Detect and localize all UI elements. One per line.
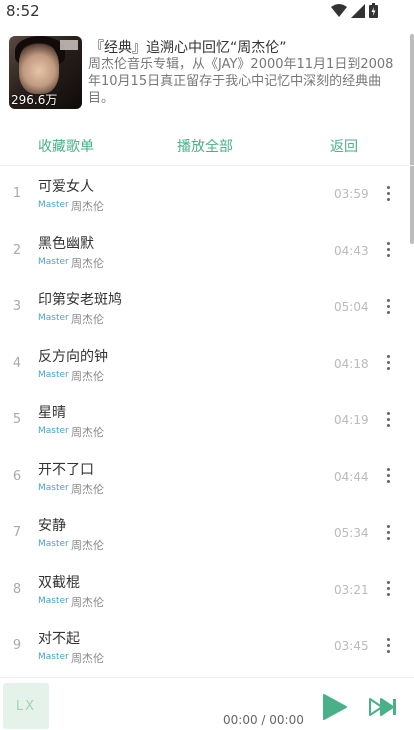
song-duration: 03:59	[334, 187, 369, 201]
song-row[interactable]: 7 安静 Master 周杰伦 05:34	[0, 505, 406, 561]
song-index: 8	[12, 581, 22, 597]
playlist-cover[interactable]: 296.6万	[9, 36, 82, 109]
player-time: 00:00 / 00:00	[223, 713, 304, 727]
song-row[interactable]: 4 反方向的钟 Master 周杰伦 04:18	[0, 336, 406, 392]
song-quality-badge: Master	[38, 595, 69, 606]
song-artist: 周杰伦	[71, 539, 104, 552]
song-name: 双截棍	[38, 574, 80, 591]
song-duration: 03:45	[334, 639, 369, 653]
song-artist: 周杰伦	[71, 595, 104, 609]
song-list[interactable]: 1 可爱女人 Master 周杰伦 03:59 2 黑色幽默 Master 周杰…	[0, 166, 414, 674]
song-duration: 05:34	[334, 526, 369, 540]
song-row[interactable]: 9 对不起 Master 周杰伦 03:45	[0, 618, 406, 674]
song-artist: 周杰伦	[71, 482, 104, 496]
song-duration: 05:04	[334, 300, 369, 314]
song-artist: 周杰伦	[71, 426, 104, 439]
song-quality-badge: Master	[38, 313, 69, 323]
song-quality-badge: Master	[38, 256, 69, 267]
song-name: 安静	[38, 518, 66, 534]
song-duration: 04:43	[334, 243, 369, 258]
cover-face	[19, 42, 59, 94]
more-vertical-icon[interactable]	[380, 408, 396, 430]
status-bar: 8:52	[0, 0, 414, 24]
play-icon[interactable]	[322, 694, 348, 720]
more-vertical-icon[interactable]	[380, 521, 396, 543]
playlist-title: 『经典』追溯心中回忆“周杰伦”	[90, 40, 287, 56]
song-artist: 周杰伦	[71, 652, 104, 665]
more-vertical-icon[interactable]	[380, 182, 396, 204]
song-duration: 04:18	[334, 356, 369, 371]
song-name: 反方向的钟	[38, 348, 108, 365]
wifi-icon	[331, 3, 347, 17]
song-quality-badge: Master	[38, 369, 69, 380]
song-name: 对不起	[38, 631, 80, 647]
song-row[interactable]: 3 印第安老斑鸠 Master 周杰伦 05:04	[0, 279, 406, 335]
play-all-button[interactable]: 播放全部	[177, 136, 233, 156]
song-index: 3	[12, 299, 22, 314]
song-duration: 04:44	[334, 469, 369, 484]
playlist-actions: 收藏歌单 播放全部 返回	[0, 128, 414, 162]
cover-tag	[60, 40, 78, 50]
player-bar: LX 00:00 / 00:00	[0, 677, 414, 730]
song-name: 印第安老斑鸠	[38, 292, 122, 308]
more-vertical-icon[interactable]	[380, 634, 396, 656]
song-index: 2	[12, 242, 22, 258]
status-time: 8:52	[6, 2, 40, 20]
song-duration: 03:21	[334, 582, 369, 597]
song-index: 6	[12, 468, 22, 484]
more-vertical-icon[interactable]	[380, 239, 396, 261]
song-name: 可爱女人	[38, 179, 94, 195]
song-quality-badge: Master	[38, 426, 69, 436]
song-index: 9	[12, 638, 22, 653]
signal-icon	[351, 3, 365, 18]
status-icons	[331, 3, 378, 18]
player-album-art[interactable]: LX	[3, 683, 49, 729]
song-row[interactable]: 5 星晴 Master 周杰伦 04:19	[0, 392, 406, 448]
song-index: 5	[12, 412, 22, 427]
song-index: 7	[12, 525, 22, 540]
song-row[interactable]: 1 可爱女人 Master 周杰伦 03:59	[0, 166, 406, 222]
more-vertical-icon[interactable]	[380, 352, 396, 374]
battery-icon	[369, 3, 378, 18]
song-artist: 周杰伦	[71, 313, 104, 326]
song-duration: 04:19	[334, 413, 369, 427]
song-artist: 周杰伦	[71, 200, 104, 213]
song-name: 开不了口	[38, 461, 94, 478]
song-row[interactable]: 2 黑色幽默 Master 周杰伦 04:43	[0, 223, 406, 279]
song-name: 黑色幽默	[38, 235, 94, 252]
song-quality-badge: Master	[38, 539, 69, 549]
playlist-header: 296.6万 『经典』追溯心中回忆“周杰伦” 周杰伦音乐专辑，从《JAY》200…	[0, 30, 414, 118]
song-index: 4	[12, 355, 22, 371]
song-artist: 周杰伦	[71, 369, 104, 383]
song-index: 1	[12, 186, 22, 201]
song-name: 星晴	[38, 405, 66, 421]
song-row[interactable]: 8 双截棍 Master 周杰伦 03:21	[0, 562, 406, 618]
song-quality-badge: Master	[38, 482, 69, 493]
play-count: 296.6万	[11, 93, 58, 107]
more-vertical-icon[interactable]	[380, 578, 396, 600]
song-quality-badge: Master	[38, 652, 69, 662]
back-button[interactable]: 返回	[330, 136, 358, 156]
more-vertical-icon[interactable]	[380, 295, 396, 317]
song-row[interactable]: 6 开不了口 Master 周杰伦 04:44	[0, 449, 406, 505]
favorite-playlist-button[interactable]: 收藏歌单	[38, 136, 94, 156]
song-artist: 周杰伦	[71, 256, 104, 270]
more-vertical-icon[interactable]	[380, 465, 396, 487]
song-quality-badge: Master	[38, 200, 69, 210]
next-icon[interactable]	[369, 698, 397, 716]
playlist-description: 周杰伦音乐专辑，从《JAY》2000年11月1日到2008年10月15日真正留存…	[88, 57, 394, 106]
